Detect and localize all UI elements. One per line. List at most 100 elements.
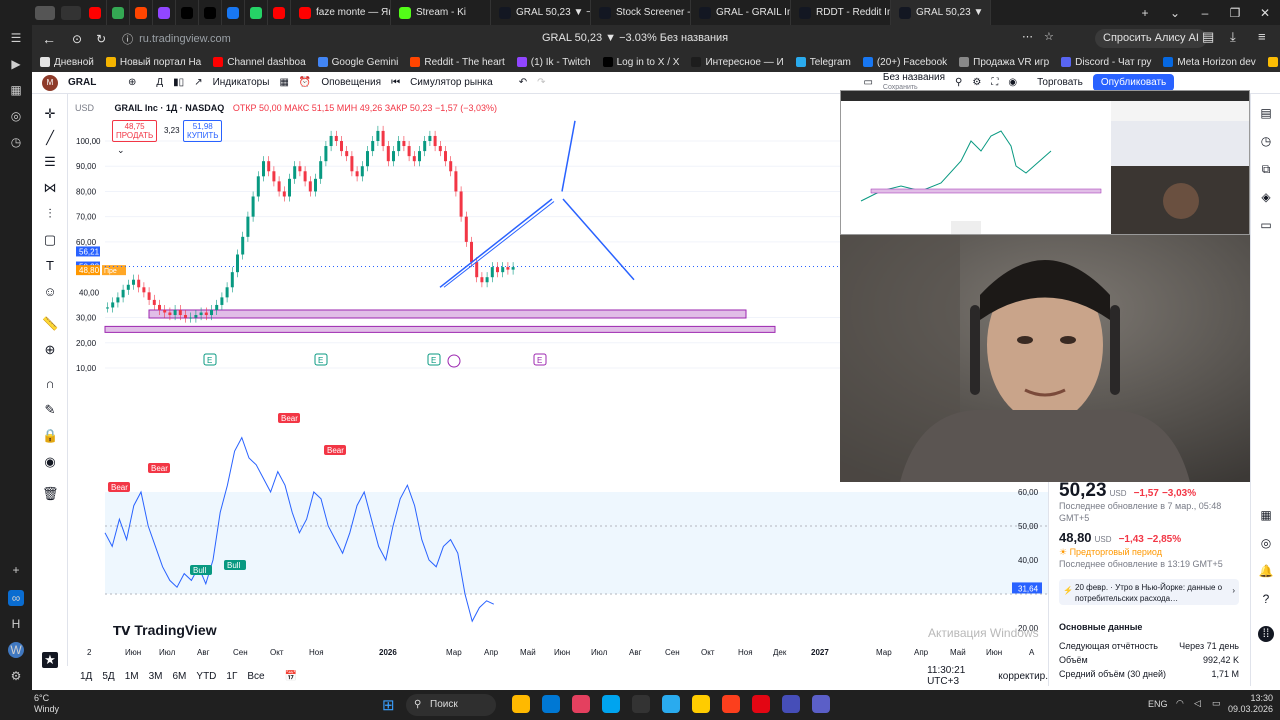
browser-tab[interactable] (245, 0, 268, 25)
bookmark-item[interactable]: (20+) Facebook (862, 57, 947, 68)
volume-icon[interactable]: ◁ (1194, 698, 1201, 709)
compare-icon[interactable]: ⊕ (128, 77, 136, 88)
battery-icon[interactable]: ▭ (1212, 698, 1221, 709)
bookmark-item[interactable]: Продажа VR игр (959, 57, 1049, 68)
taskbar-app-icon[interactable] (752, 695, 770, 713)
side-panel-icon[interactable]: ▦ (8, 82, 24, 98)
redo-icon[interactable]: ↷ (537, 77, 545, 88)
notifications-icon[interactable]: 🔔 (1258, 564, 1274, 580)
news-item[interactable]: ⚡ 20 февр. · Утро в Нью-Йорке: данные о … (1059, 579, 1239, 605)
range-button[interactable]: 6М (173, 671, 187, 682)
taskbar-app-icon[interactable] (812, 695, 830, 713)
range-button[interactable]: 1Г (226, 671, 237, 682)
channel-icon[interactable]: ⫶ (42, 206, 58, 222)
bookmark-item[interactable]: Новый портал На (105, 57, 201, 68)
weather-widget[interactable]: 6°C Windy (34, 693, 59, 715)
bookmark-item[interactable]: Дневной (40, 57, 94, 68)
bookmark-item[interactable]: Reddit - The heart (410, 57, 505, 68)
taskbar-app-icon[interactable] (662, 695, 680, 713)
avatar[interactable]: M (42, 74, 58, 91)
adjust-toggle[interactable]: корректир. (998, 671, 1048, 682)
taskbar-app-icon[interactable] (692, 695, 710, 713)
layout-icon[interactable]: ▭ (863, 77, 872, 88)
emoji-icon[interactable]: ☺ (42, 284, 58, 300)
fullscreen-icon[interactable]: ⛶ (991, 77, 998, 88)
browser-tab[interactable] (153, 0, 176, 25)
magnet-icon[interactable]: ∩ (42, 376, 58, 392)
watchlist-icon[interactable]: ▤ (1258, 106, 1274, 122)
side-panel-icon[interactable]: H (8, 616, 24, 632)
language-indicator[interactable]: ENG (1148, 699, 1168, 709)
ideas-icon[interactable]: ◎ (1258, 536, 1274, 552)
trade-button[interactable]: Торговать (1037, 77, 1083, 88)
bookmark-item[interactable]: Discord - Чат гру (1061, 57, 1151, 68)
eye-icon[interactable]: ◉ (42, 454, 58, 470)
alerts-button[interactable]: Оповещения (321, 77, 381, 88)
site-info-icon[interactable]: ⓘ (122, 31, 133, 47)
range-button[interactable]: 5Д (102, 671, 114, 682)
range-button[interactable]: 1М (125, 671, 139, 682)
range-button[interactable]: 1Д (80, 671, 92, 682)
tab-search-icon[interactable]: ⌄ (1160, 6, 1190, 20)
browser-tab[interactable] (84, 0, 107, 25)
layers-icon[interactable]: ◈ (1258, 190, 1274, 206)
range-button[interactable]: Все (247, 671, 264, 682)
browser-tab[interactable] (268, 0, 291, 25)
stay-drawing-icon[interactable]: ✎ (42, 402, 58, 418)
browser-tab[interactable] (130, 0, 153, 25)
sell-button[interactable]: 48,75 ПРОДАТЬ (112, 120, 158, 142)
buy-button[interactable]: 51,98 КУПИТЬ (183, 120, 223, 142)
help-icon[interactable]: ? (1258, 592, 1274, 608)
browser-tab[interactable]: RDDT - Reddit Inc (791, 0, 891, 25)
chat-icon[interactable]: ▭ (1258, 218, 1274, 234)
taskbar-app-icon[interactable] (722, 695, 740, 713)
taskbar-app-icon[interactable] (602, 695, 620, 713)
indicators-icon[interactable]: ↗ (194, 77, 202, 88)
side-panel-icon[interactable]: ∞ (8, 590, 24, 606)
range-button[interactable]: 3М (149, 671, 163, 682)
camera-icon[interactable]: ◉ (1008, 77, 1017, 88)
alerts-clock-icon[interactable]: ◷ (1258, 134, 1274, 150)
fib-icon[interactable]: ☰ (42, 154, 58, 170)
start-icon[interactable]: ⊞ (382, 696, 395, 714)
browser-tab[interactable]: Stream - Ki (391, 0, 491, 25)
alert-icon[interactable]: ⏰ (299, 77, 311, 88)
apps-icon[interactable]: ⁞⁞ (1258, 626, 1274, 642)
bookmark-item[interactable]: Google Gemini (317, 57, 398, 68)
tab-workspaces-icon[interactable] (35, 5, 55, 20)
templates-icon[interactable]: ▦ (279, 77, 288, 88)
url-field[interactable]: ru.tradingview.com (139, 33, 231, 45)
reload-icon[interactable]: ↻ (96, 32, 106, 46)
settings-icon[interactable]: ⚙ (8, 668, 24, 684)
browser-tab[interactable] (199, 0, 222, 25)
calendar-icon[interactable]: ▦ (1258, 508, 1274, 524)
bookmark-star-icon[interactable]: ☆ (1044, 30, 1054, 43)
side-panel-icon[interactable]: ☰ (8, 30, 24, 46)
side-panel-icon[interactable]: + (8, 562, 24, 578)
lock-icon[interactable]: 🔒 (42, 428, 58, 444)
crosshair-icon[interactable]: ✛ (42, 106, 58, 122)
new-tab-button[interactable]: + (1130, 6, 1160, 20)
search-box[interactable]: ⚲ Поиск (406, 694, 496, 716)
wifi-icon[interactable]: ◠ (1176, 698, 1184, 709)
browser-tab[interactable]: Stock Screener - C (591, 0, 691, 25)
side-panel-icon[interactable]: ◎ (8, 108, 24, 124)
taskbar-app-icon[interactable] (542, 695, 560, 713)
bookmark-item[interactable]: Meta Horizon dev (1163, 57, 1256, 68)
collapse-legend-icon[interactable]: ⌄ (117, 145, 125, 156)
settings-icon[interactable]: ⚙ (972, 77, 981, 88)
close-window-icon[interactable]: ✕ (1250, 6, 1280, 20)
ruler-icon[interactable]: 📏 (42, 316, 58, 332)
restore-icon[interactable]: ❐ (1220, 6, 1250, 20)
taskbar-app-icon[interactable] (782, 695, 800, 713)
side-panel-icon[interactable]: ▶ (8, 56, 24, 72)
interval-button[interactable]: Д (156, 77, 163, 88)
bookmark-item[interactable]: Channel dashboa (213, 57, 306, 68)
taskbar-app-icon[interactable] (632, 695, 650, 713)
replay-button[interactable]: Симулятор рынка (410, 77, 493, 88)
taskbar-app-icon[interactable] (512, 695, 530, 713)
downloads-icon[interactable]: ⤓ (1230, 29, 1236, 45)
browser-tab[interactable] (222, 0, 245, 25)
browser-tab[interactable] (176, 0, 199, 25)
bookmark-page-icon[interactable]: ⊙ (72, 32, 82, 46)
